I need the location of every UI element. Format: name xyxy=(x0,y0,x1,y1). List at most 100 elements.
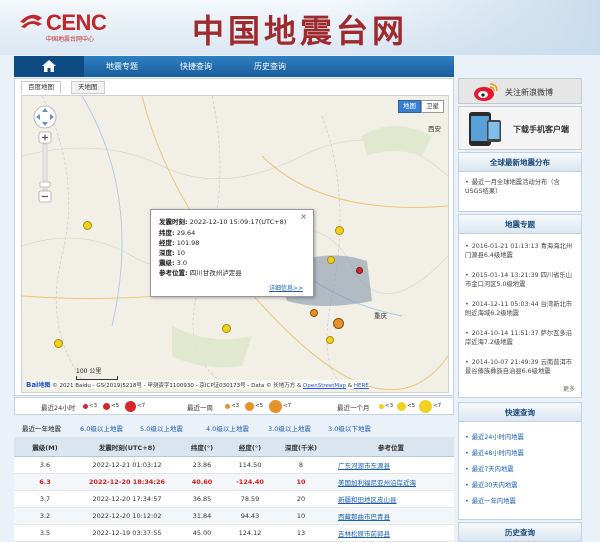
cell-depth: 20 xyxy=(274,490,328,508)
filter-5-plus[interactable]: 5.0级以上地震 xyxy=(140,423,183,433)
main-nav: 地震专题 快捷查询 历史查询 xyxy=(14,56,454,77)
popup-mag-label: 震级: xyxy=(159,259,175,267)
topics-header: 地震专题 xyxy=(458,214,582,234)
table-row[interactable]: 6.3 2022-12-20 18:34:26 40.60 -124.40 10… xyxy=(14,473,454,491)
app-download-banner[interactable]: 下载手机客户端 xyxy=(458,106,582,150)
eq-marker[interactable] xyxy=(310,309,318,317)
cell-latitude: 23.86 xyxy=(178,456,226,474)
topic-item[interactable]: 2014-12-11 05:03:44 台湾新北市附近海域6.2级地震 xyxy=(465,300,577,318)
osm-link[interactable]: OpenStreetMap xyxy=(303,383,346,389)
filter-3-below[interactable]: 3.0级以下地震 xyxy=(328,423,371,433)
map-panel: 百度地图 天地图 西安 重庆 地图 卫星 100 公里 Bai地图 © 2021… xyxy=(14,78,454,396)
popup-details-link[interactable]: 详细信息>> xyxy=(269,283,303,292)
logo-text: CENC xyxy=(46,10,107,35)
cell-time: 2022-12-21 01:03:12 xyxy=(76,456,178,474)
popup-depth-label: 深度: xyxy=(159,249,175,257)
cell-location-link[interactable]: 西藏那曲市巴青县 xyxy=(328,507,454,525)
cell-depth: 8 xyxy=(274,456,328,474)
col-longitude[interactable]: 经度(°) xyxy=(226,437,274,457)
table-row[interactable]: 3.5 2022-12-19 03:37:55 45.00 124.12 13 … xyxy=(14,524,454,542)
table-row[interactable]: 3.2 2022-12-20 10:12:02 31.84 94.43 10 西… xyxy=(14,507,454,525)
eq-marker[interactable] xyxy=(54,339,63,348)
global-distribution-link[interactable]: 最近一月全球地震活动分布（含USGS结果） xyxy=(465,178,577,196)
nav-item-topics[interactable]: 地震专题 xyxy=(106,61,138,72)
legend-text: <3 xyxy=(89,403,98,409)
cell-location-link[interactable]: 吉林松原市前郭县 xyxy=(328,524,454,542)
col-location[interactable]: 参考位置 xyxy=(328,437,454,457)
col-depth[interactable]: 深度(千米) xyxy=(274,437,328,457)
col-magnitude[interactable]: 震级(M) xyxy=(14,437,76,457)
topic-item[interactable]: 2015-01-14 13:21:39 四川省乐山市金口河区5.0级地震 xyxy=(465,271,577,289)
legend-dot xyxy=(245,402,254,411)
map-type-satellite-button[interactable]: 卫星 xyxy=(421,100,444,113)
topics-more-link[interactable]: 更多 xyxy=(563,384,575,393)
col-latitude[interactable]: 纬度(°) xyxy=(178,437,226,457)
cell-location-link[interactable]: 广东河源市东源县 xyxy=(328,456,454,474)
here-link[interactable]: HERE xyxy=(354,383,369,389)
history-query-header: 历史查询 xyxy=(458,522,582,542)
cell-longitude: 124.12 xyxy=(226,524,274,542)
close-icon[interactable]: × xyxy=(300,212,307,221)
map-type-map-button[interactable]: 地图 xyxy=(398,100,421,113)
quick-item-30d[interactable]: 最近30天内地震 xyxy=(465,480,518,489)
popup-loc-label: 参考位置: xyxy=(159,269,188,277)
topic-item[interactable]: 2016-01-21 01:13:13 青海海北州门源县6.4级地震 xyxy=(465,242,577,260)
eq-marker[interactable] xyxy=(335,226,344,235)
eq-marker[interactable] xyxy=(327,256,335,264)
weibo-follow-banner[interactable]: 关注新浪微博 xyxy=(458,78,582,104)
legend-dot xyxy=(225,404,230,409)
cell-location-link[interactable]: 美国加利福尼亚州沿岸近海 xyxy=(328,473,454,491)
quick-item-7d[interactable]: 最近7天内地震 xyxy=(465,464,514,473)
topic-item[interactable]: 2014-10-07 21:49:39 云南普洱市景谷傣族彝族自治县6.6级地震 xyxy=(465,358,577,376)
logo-subtitle: 中国地震台网中心 xyxy=(46,36,95,43)
popup-lat-label: 纬度: xyxy=(159,229,175,237)
cell-magnitude: 3.5 xyxy=(14,524,76,542)
eq-marker[interactable] xyxy=(222,324,231,333)
quick-item-1y[interactable]: 最近一年内地震 xyxy=(465,496,516,505)
quick-item-24h[interactable]: 最近24小时内地震 xyxy=(465,432,524,441)
cenc-logo[interactable]: CENC 中国地震台网中心 xyxy=(18,10,128,44)
eq-marker[interactable] xyxy=(356,267,363,274)
nav-home[interactable] xyxy=(14,56,84,77)
popup-time: 2022-12-10 15:09:17(UTC+8) xyxy=(189,218,287,226)
table-row[interactable]: 3.7 2022-12-20 17:34:57 36.85 78.59 20 新… xyxy=(14,490,454,508)
cell-location-link[interactable]: 新疆和田地区皮山县 xyxy=(328,490,454,508)
popup-lon-label: 经度: xyxy=(159,239,175,247)
topic-item[interactable]: 2014-10-14 11:51:37 萨尔瓦多沿岸近海7.2级地震 xyxy=(465,329,577,347)
legend-text: <7 xyxy=(433,403,442,409)
global-distribution-header: 全球最新地震分布 xyxy=(458,152,582,172)
nav-item-quick-query[interactable]: 快捷查询 xyxy=(180,61,212,72)
legend-text: <3 xyxy=(385,403,394,409)
legend-label-week: 最近一周 xyxy=(187,404,213,412)
global-distribution-box: 最近一月全球地震活动分布（含USGS结果） xyxy=(458,172,582,212)
legend-text: <7 xyxy=(283,403,292,409)
cell-latitude: 36.85 xyxy=(178,490,226,508)
eq-marker[interactable] xyxy=(333,318,344,329)
filter-4-plus[interactable]: 4.0级以上地震 xyxy=(206,423,249,433)
baidu-logo[interactable]: Bai xyxy=(26,381,38,389)
col-time[interactable]: 发震时刻(UTC+8) xyxy=(76,437,178,457)
magnitude-legend: 最近24小时 <3 <5 <7 最近一周 <3 <5 <7 最近一个月 <3 <… xyxy=(14,397,454,415)
filter-6-plus[interactable]: 6.0级以上地震 xyxy=(80,423,123,433)
eq-marker[interactable] xyxy=(326,336,334,344)
magnitude-filters: 最近一年地震 6.0级以上地震 5.0级以上地震 4.0级以上地震 3.0级以上… xyxy=(14,420,454,434)
legend-label-24h: 最近24小时 xyxy=(41,404,76,412)
cell-latitude: 45.00 xyxy=(178,524,226,542)
quick-item-48h[interactable]: 最近48小时内地震 xyxy=(465,448,524,457)
popup-depth: 10 xyxy=(176,249,185,257)
eq-marker[interactable] xyxy=(83,221,92,230)
cell-time: 2022-12-19 03:37:55 xyxy=(76,524,178,542)
table-row[interactable]: 3.6 2022-12-21 01:03:12 23.86 114.50 8 广… xyxy=(14,456,454,474)
filter-3-plus[interactable]: 3.0级以上地震 xyxy=(268,423,311,433)
filter-last-year[interactable]: 最近一年地震 xyxy=(22,423,61,433)
nav-item-history-query[interactable]: 历史查询 xyxy=(254,61,286,72)
popup-lon: 101.98 xyxy=(176,239,200,247)
tab-baidu-map[interactable]: 百度地图 xyxy=(21,81,61,94)
map-view[interactable]: 西安 重庆 地图 卫星 100 公里 Bai地图 © 2021 Baidu - … xyxy=(21,95,449,393)
cell-longitude: 114.50 xyxy=(226,456,274,474)
zoom-control[interactable] xyxy=(32,104,58,204)
cell-magnitude: 3.2 xyxy=(14,507,76,525)
map-scale: 100 公里 xyxy=(76,366,118,380)
tab-tianditu[interactable]: 天地图 xyxy=(71,81,105,94)
cell-longitude: 94.43 xyxy=(226,507,274,525)
